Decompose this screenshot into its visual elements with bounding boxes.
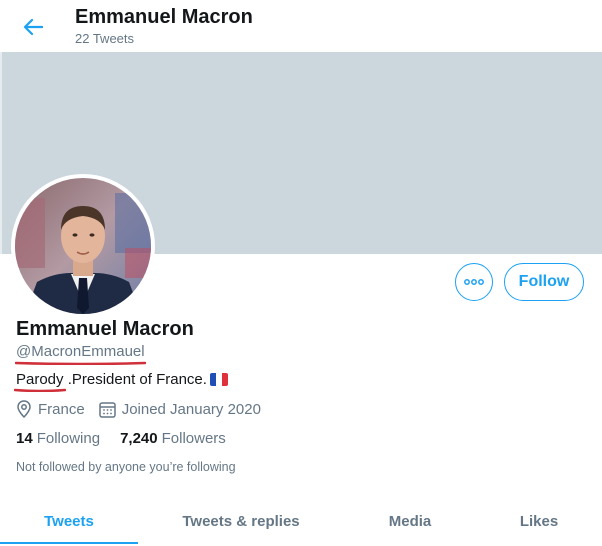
follow-button[interactable]: Follow (504, 263, 584, 301)
profile-stats: 14 Following 7,240 Followers (16, 430, 246, 447)
avatar-border (11, 174, 155, 318)
joined-text: Joined January 2020 (121, 400, 261, 418)
followers-label: Followers (161, 430, 226, 447)
france-flag-icon (209, 373, 228, 386)
tab-tweets-and-replies[interactable]: Tweets & replies (138, 496, 344, 546)
profile-bio: Parody .President of France. (16, 371, 228, 388)
tweet-count: 22 Tweets (75, 31, 135, 46)
tab-likes[interactable]: Likes (476, 496, 602, 546)
tab-label: Tweets & replies (182, 512, 300, 530)
followers-link[interactable]: 7,240 Followers (120, 430, 226, 447)
calendar-icon (98, 401, 116, 418)
back-arrow-icon[interactable] (18, 12, 48, 42)
profile-tabs: Tweets Tweets & replies Media Likes (0, 496, 602, 546)
not-followed-notice: Not followed by anyone you’re following (16, 460, 236, 474)
profile-meta: France Joined January 2020 (16, 400, 275, 418)
profile-name: Emmanuel Macron (16, 318, 194, 340)
profile-header: Emmanuel Macron 22 Tweets (0, 0, 602, 52)
active-tab-indicator (0, 542, 138, 544)
more-options-button[interactable] (455, 263, 493, 301)
bio-text: .President of France. (63, 371, 207, 388)
following-count: 14 (16, 430, 33, 447)
profile-handle: @MacronEmmauel (16, 343, 145, 360)
tab-label: Likes (519, 512, 559, 530)
location-text: France (38, 400, 85, 418)
tab-media[interactable]: Media (344, 496, 476, 546)
location-pin-icon (17, 400, 31, 418)
tab-label: Media (388, 512, 432, 530)
joined-item: Joined January 2020 (98, 400, 261, 418)
parody-underline-annotation (14, 388, 66, 392)
tab-label: Tweets (44, 512, 94, 530)
header-title: Emmanuel Macron (75, 6, 253, 28)
followers-count: 7,240 (120, 430, 158, 447)
bio-parody-text: Parody (16, 371, 64, 388)
tab-tweets[interactable]: Tweets (0, 496, 138, 546)
following-label: Following (36, 430, 101, 447)
more-icon (464, 279, 484, 285)
handle-underline-annotation (15, 361, 146, 365)
location-item: France (16, 400, 85, 418)
avatar[interactable] (15, 178, 151, 314)
following-link[interactable]: 14 Following (16, 430, 100, 447)
